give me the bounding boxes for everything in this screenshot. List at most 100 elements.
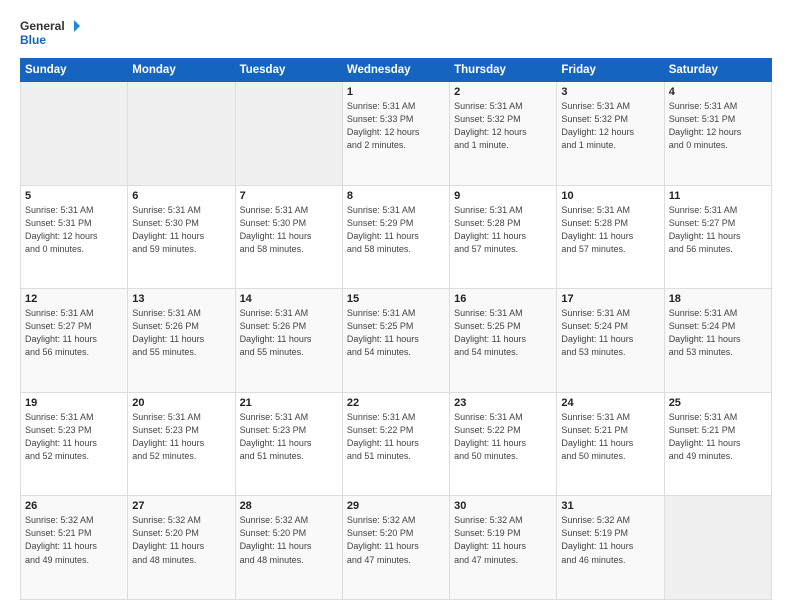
- day-info: Sunrise: 5:32 AM Sunset: 5:19 PM Dayligh…: [561, 514, 659, 566]
- day-cell: 7 Sunrise: 5:31 AM Sunset: 5:30 PM Daylig…: [235, 185, 342, 289]
- day-cell: 12Sunrise: 5:31 AM Sunset: 5:27 PM Dayli…: [21, 289, 128, 393]
- day-cell: [235, 82, 342, 186]
- day-number: 8: [347, 190, 445, 202]
- day-cell: 23 Sunrise: 5:31 AM Sunset: 5:22 PM Dayli…: [450, 392, 557, 496]
- day-info: Sunrise: 5:31 AM Sunset: 5:30 PM Dayligh…: [132, 204, 230, 256]
- day-info: Sunrise: 5:31 AM Sunset: 5:32 PM Dayligh…: [454, 100, 552, 152]
- day-cell: 15 Sunrise: 5:31 AM Sunset: 5:25 PM Dayli…: [342, 289, 449, 393]
- day-info: Sunrise: 5:31 AM Sunset: 5:24 PM Dayligh…: [669, 307, 767, 359]
- week-row-3: 12Sunrise: 5:31 AM Sunset: 5:27 PM Dayli…: [21, 289, 772, 393]
- day-info: Sunrise: 5:31 AM Sunset: 5:23 PM Dayligh…: [132, 411, 230, 463]
- day-number: 31: [561, 500, 659, 512]
- day-number: 10: [561, 190, 659, 202]
- day-cell: 18 Sunrise: 5:31 AM Sunset: 5:24 PM Dayli…: [664, 289, 771, 393]
- week-row-5: 26 Sunrise: 5:32 AM Sunset: 5:21 PM Dayli…: [21, 496, 772, 600]
- day-number: 15: [347, 293, 445, 305]
- col-header-saturday: Saturday: [664, 59, 771, 82]
- calendar-header-row: SundayMondayTuesdayWednesdayThursdayFrid…: [21, 59, 772, 82]
- week-row-1: 1 Sunrise: 5:31 AM Sunset: 5:33 PM Daylig…: [21, 82, 772, 186]
- day-info: Sunrise: 5:31 AM Sunset: 5:23 PM Dayligh…: [25, 411, 123, 463]
- day-cell: 22 Sunrise: 5:31 AM Sunset: 5:22 PM Dayli…: [342, 392, 449, 496]
- svg-text:Blue: Blue: [20, 33, 46, 47]
- day-info: Sunrise: 5:31 AM Sunset: 5:27 PM Dayligh…: [25, 307, 123, 359]
- day-cell: 26 Sunrise: 5:32 AM Sunset: 5:21 PM Dayli…: [21, 496, 128, 600]
- day-number: 14: [240, 293, 338, 305]
- day-info: Sunrise: 5:31 AM Sunset: 5:31 PM Dayligh…: [669, 100, 767, 152]
- day-info: Sunrise: 5:32 AM Sunset: 5:20 PM Dayligh…: [347, 514, 445, 566]
- week-row-2: 5 Sunrise: 5:31 AM Sunset: 5:31 PM Daylig…: [21, 185, 772, 289]
- day-cell: 13 Sunrise: 5:31 AM Sunset: 5:26 PM Dayli…: [128, 289, 235, 393]
- logo-svg: General Blue: [20, 16, 80, 52]
- day-cell: 30 Sunrise: 5:32 AM Sunset: 5:19 PM Dayli…: [450, 496, 557, 600]
- day-info: Sunrise: 5:31 AM Sunset: 5:24 PM Dayligh…: [561, 307, 659, 359]
- day-info: Sunrise: 5:31 AM Sunset: 5:30 PM Dayligh…: [240, 204, 338, 256]
- day-cell: 29 Sunrise: 5:32 AM Sunset: 5:20 PM Dayli…: [342, 496, 449, 600]
- day-cell: 24 Sunrise: 5:31 AM Sunset: 5:21 PM Dayli…: [557, 392, 664, 496]
- day-number: 3: [561, 86, 659, 98]
- day-cell: 31 Sunrise: 5:32 AM Sunset: 5:19 PM Dayli…: [557, 496, 664, 600]
- day-info: Sunrise: 5:31 AM Sunset: 5:26 PM Dayligh…: [132, 307, 230, 359]
- day-info: Sunrise: 5:32 AM Sunset: 5:20 PM Dayligh…: [240, 514, 338, 566]
- day-cell: 17 Sunrise: 5:31 AM Sunset: 5:24 PM Dayli…: [557, 289, 664, 393]
- day-cell: 28 Sunrise: 5:32 AM Sunset: 5:20 PM Dayli…: [235, 496, 342, 600]
- day-cell: 1 Sunrise: 5:31 AM Sunset: 5:33 PM Daylig…: [342, 82, 449, 186]
- col-header-friday: Friday: [557, 59, 664, 82]
- day-info: Sunrise: 5:31 AM Sunset: 5:31 PM Dayligh…: [25, 204, 123, 256]
- day-number: 22: [347, 397, 445, 409]
- day-cell: 6 Sunrise: 5:31 AM Sunset: 5:30 PM Daylig…: [128, 185, 235, 289]
- calendar-table: SundayMondayTuesdayWednesdayThursdayFrid…: [20, 58, 772, 600]
- day-info: Sunrise: 5:32 AM Sunset: 5:20 PM Dayligh…: [132, 514, 230, 566]
- day-info: Sunrise: 5:31 AM Sunset: 5:28 PM Dayligh…: [454, 204, 552, 256]
- day-cell: 8 Sunrise: 5:31 AM Sunset: 5:29 PM Daylig…: [342, 185, 449, 289]
- day-info: Sunrise: 5:31 AM Sunset: 5:21 PM Dayligh…: [561, 411, 659, 463]
- col-header-tuesday: Tuesday: [235, 59, 342, 82]
- day-number: 28: [240, 500, 338, 512]
- day-cell: 10 Sunrise: 5:31 AM Sunset: 5:28 PM Dayli…: [557, 185, 664, 289]
- day-number: 25: [669, 397, 767, 409]
- day-number: 5: [25, 190, 123, 202]
- day-cell: 25 Sunrise: 5:31 AM Sunset: 5:21 PM Dayli…: [664, 392, 771, 496]
- day-cell: [128, 82, 235, 186]
- day-cell: 27 Sunrise: 5:32 AM Sunset: 5:20 PM Dayli…: [128, 496, 235, 600]
- day-number: 16: [454, 293, 552, 305]
- day-number: 30: [454, 500, 552, 512]
- day-number: 23: [454, 397, 552, 409]
- day-number: 24: [561, 397, 659, 409]
- day-number: 1: [347, 86, 445, 98]
- day-info: Sunrise: 5:31 AM Sunset: 5:26 PM Dayligh…: [240, 307, 338, 359]
- day-number: 7: [240, 190, 338, 202]
- day-cell: 21Sunrise: 5:31 AM Sunset: 5:23 PM Dayli…: [235, 392, 342, 496]
- day-info: Sunrise: 5:31 AM Sunset: 5:23 PM Dayligh…: [240, 411, 338, 463]
- day-number: 17: [561, 293, 659, 305]
- day-info: Sunrise: 5:31 AM Sunset: 5:21 PM Dayligh…: [669, 411, 767, 463]
- day-number: 11: [669, 190, 767, 202]
- day-cell: 9Sunrise: 5:31 AM Sunset: 5:28 PM Daylig…: [450, 185, 557, 289]
- day-cell: 11Sunrise: 5:31 AM Sunset: 5:27 PM Dayli…: [664, 185, 771, 289]
- day-number: 18: [669, 293, 767, 305]
- day-info: Sunrise: 5:31 AM Sunset: 5:33 PM Dayligh…: [347, 100, 445, 152]
- logo: General Blue: [20, 16, 80, 52]
- day-number: 20: [132, 397, 230, 409]
- day-info: Sunrise: 5:31 AM Sunset: 5:25 PM Dayligh…: [454, 307, 552, 359]
- day-info: Sunrise: 5:31 AM Sunset: 5:28 PM Dayligh…: [561, 204, 659, 256]
- day-cell: 5 Sunrise: 5:31 AM Sunset: 5:31 PM Daylig…: [21, 185, 128, 289]
- day-number: 26: [25, 500, 123, 512]
- day-number: 29: [347, 500, 445, 512]
- day-number: 6: [132, 190, 230, 202]
- day-number: 27: [132, 500, 230, 512]
- day-info: Sunrise: 5:32 AM Sunset: 5:21 PM Dayligh…: [25, 514, 123, 566]
- day-info: Sunrise: 5:31 AM Sunset: 5:22 PM Dayligh…: [454, 411, 552, 463]
- day-cell: 19Sunrise: 5:31 AM Sunset: 5:23 PM Dayli…: [21, 392, 128, 496]
- col-header-sunday: Sunday: [21, 59, 128, 82]
- day-number: 2: [454, 86, 552, 98]
- day-cell: 3Sunrise: 5:31 AM Sunset: 5:32 PM Daylig…: [557, 82, 664, 186]
- page-header: General Blue: [20, 16, 772, 52]
- day-info: Sunrise: 5:31 AM Sunset: 5:25 PM Dayligh…: [347, 307, 445, 359]
- day-cell: [664, 496, 771, 600]
- col-header-wednesday: Wednesday: [342, 59, 449, 82]
- day-info: Sunrise: 5:31 AM Sunset: 5:22 PM Dayligh…: [347, 411, 445, 463]
- day-number: 13: [132, 293, 230, 305]
- day-cell: 2 Sunrise: 5:31 AM Sunset: 5:32 PM Daylig…: [450, 82, 557, 186]
- day-info: Sunrise: 5:32 AM Sunset: 5:19 PM Dayligh…: [454, 514, 552, 566]
- day-info: Sunrise: 5:31 AM Sunset: 5:29 PM Dayligh…: [347, 204, 445, 256]
